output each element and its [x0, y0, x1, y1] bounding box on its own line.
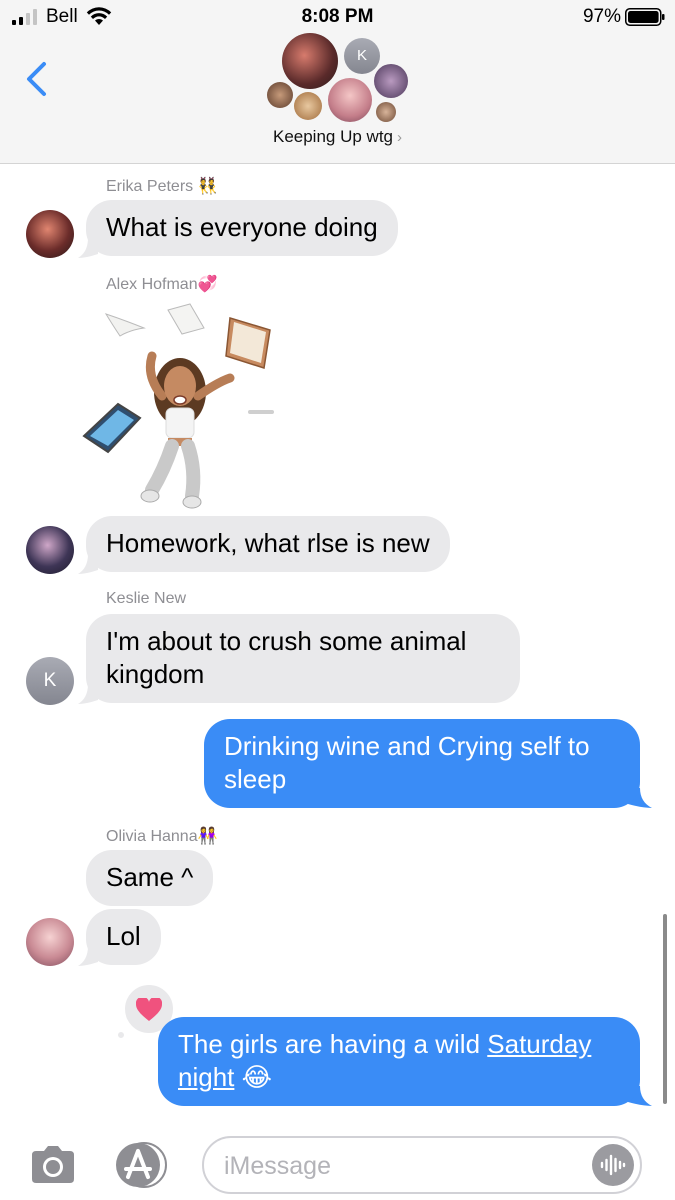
- camera-icon[interactable]: [28, 1145, 78, 1185]
- group-member-avatar: [376, 102, 396, 122]
- sender-name: Alex Hofman💞: [106, 276, 218, 293]
- status-bar: Bell 8:08 PM 97%: [0, 0, 675, 34]
- battery-percent: 97%: [582, 6, 621, 27]
- app-store-icon[interactable]: [112, 1141, 172, 1189]
- revolving-hearts-emoji-icon: 💞: [197, 276, 218, 293]
- message-bubble-outgoing[interactable]: Drinking wine and Crying self to sleep: [204, 719, 640, 808]
- sender-name: Erika Peters 👯: [106, 178, 218, 195]
- message-bubble[interactable]: Same ^: [86, 850, 214, 906]
- women-holding-hands-emoji-icon: 👭: [197, 828, 218, 845]
- message-input-container[interactable]: [202, 1136, 642, 1194]
- clock: 8:08 PM: [301, 6, 374, 27]
- message-bubble[interactable]: What is everyone doing: [86, 200, 398, 256]
- bitmoji-stressed-sticker[interactable]: [80, 300, 280, 515]
- waveform-icon: [600, 1154, 626, 1176]
- reaction-dot: [116, 1030, 126, 1040]
- chevron-right-icon: ›: [397, 129, 403, 146]
- group-member-avatar-monogram: K: [344, 38, 380, 74]
- sender-name: Keslie New: [106, 590, 187, 607]
- group-member-avatar: [294, 92, 322, 120]
- group-member-avatar: [282, 33, 338, 89]
- message-input[interactable]: [224, 1150, 584, 1182]
- message-bubble-outgoing[interactable]: The girls are having a wild Saturday nig…: [158, 1017, 640, 1106]
- battery-icon: [625, 8, 665, 26]
- message-bubble[interactable]: Lol: [86, 909, 161, 965]
- group-member-avatar: [267, 82, 293, 108]
- message-bubble[interactable]: Homework, what rlse is new: [86, 516, 450, 572]
- avatar[interactable]: [26, 210, 74, 258]
- message-bubble[interactable]: I'm about to crush some animal kingdom: [86, 614, 520, 703]
- scrollbar[interactable]: [663, 914, 667, 1104]
- group-member-avatar: [328, 78, 372, 122]
- voice-message-button[interactable]: [592, 1144, 634, 1186]
- group-avatar-cluster[interactable]: K: [260, 30, 420, 125]
- heart-icon: [136, 998, 162, 1021]
- avatar[interactable]: [26, 918, 74, 966]
- avatar-monogram[interactable]: K: [26, 657, 74, 705]
- group-name-button[interactable]: Keeping Up wtg ›: [0, 127, 675, 147]
- back-chevron-icon[interactable]: [22, 60, 52, 98]
- group-member-avatar: [374, 64, 408, 98]
- group-name: Keeping Up wtg: [272, 127, 394, 146]
- avatar[interactable]: [26, 526, 74, 574]
- sender-name: Olivia Hanna👭: [106, 828, 218, 845]
- dancers-emoji-icon: 👯: [197, 178, 218, 195]
